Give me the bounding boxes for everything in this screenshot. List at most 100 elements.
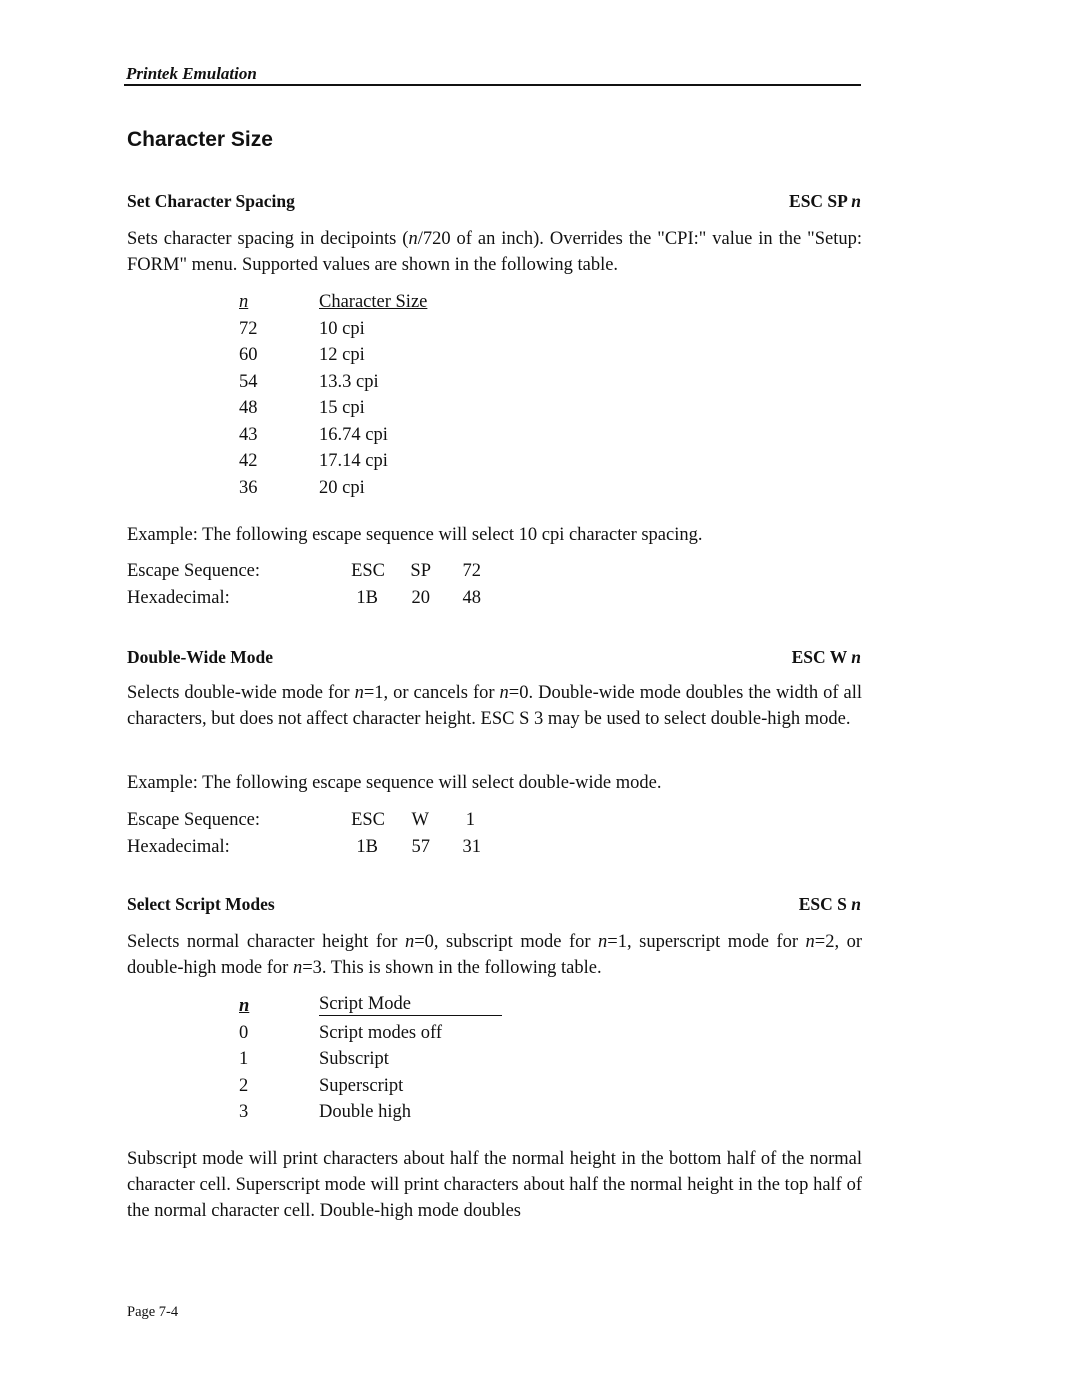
hex-value: 1B [356,836,378,857]
cell-value: 17.14 cpi [319,451,388,471]
table-body: 0 Script modes off 1 Subscript 2 Superscript 3… [237,1020,537,1126]
table-row: 2 Superscript [237,1073,537,1100]
column-header-n: n [239,993,269,1020]
command-code: ESC S n [799,894,861,915]
table-row: 1 Subscript [237,1046,537,1073]
table-script-mode: n Script Mode 0 Script modes off 1 Subscrip… [237,993,537,1126]
command-name: Double-Wide Mode [127,647,273,667]
cell-value: Script modes off [319,1022,442,1043]
escape-value: W [411,810,429,830]
italic-variable: n [404,932,415,952]
hex-value: 1B [356,587,378,608]
text-run: Selects double-wide mode for [127,683,355,703]
description-double-wide-mode: Selects double-wide mode for n=1, or can… [127,680,862,732]
description-select-script-modes: Selects normal character height for n=0,… [127,929,862,981]
italic-variable: n [499,683,509,703]
text-run: =3. This is shown in the following table… [302,958,602,978]
description-set-character-spacing: Sets character spacing in decipoints (n/… [127,226,862,278]
table-row: 36 20 cpi [237,475,537,502]
cell-n: 43 [239,424,258,445]
example-double-wide-mode: Example: The following escape sequence w… [127,773,662,793]
closing-paragraph-script-modes: Subscript mode will print characters abo… [127,1149,862,1221]
escape-sequence-block-2: Escape Sequence: ESC W 1 Hexadecimal: 1B… [127,807,527,860]
hexadecimal-row: Hexadecimal: 1B 57 31 [127,834,527,861]
table-row: 0 Script modes off [237,1020,537,1047]
command-name: Select Script Modes [127,894,275,914]
cell-value: Superscript [319,1075,404,1096]
cell-value: 13.3 cpi [319,371,379,392]
text-run: =1, superscript mode for [607,932,806,952]
table-row: 54 13.3 cpi [237,369,537,396]
command-code-param: n [851,894,861,914]
cell-n: 3 [239,1102,249,1122]
hex-value: 20 [411,587,431,608]
cell-value: 16.74 cpi [319,424,388,445]
cell-value: 12 cpi [319,345,365,365]
text-run: Sets character spacing in decipoints ( [127,229,409,249]
cell-n: 72 [239,318,258,339]
section-title: Character Size [127,128,273,151]
command-code-param: n [851,191,861,211]
table-row: 3 Double high [237,1099,537,1126]
cell-n: 2 [239,1075,249,1096]
cell-n: 48 [239,398,258,418]
escape-sequence-label: Escape Sequence: [127,810,261,830]
cell-n: 1 [239,1049,249,1069]
text-run: =1, or cancels for [363,683,500,703]
cell-n: 60 [239,345,258,365]
command-heading-set-character-spacing: Set Character Spacing ESC SP n [127,191,861,212]
cell-n: 42 [239,451,258,471]
cell-n: 0 [239,1022,249,1043]
cell-value: Subscript [319,1049,389,1069]
text-run: =0, subscript mode for [414,932,599,952]
command-heading-select-script-modes: Select Script Modes ESC S n [127,894,861,915]
header-n-text: n [239,996,250,1016]
table-character-size: n Character Size 72 10 cpi 60 12 cpi 54 13.3 … [237,289,537,501]
running-header: Printek Emulation [126,64,257,83]
escape-value: ESC [351,810,385,830]
italic-variable: n [408,229,418,249]
escape-value: ESC [351,561,385,581]
escape-value: 1 [465,810,475,830]
table-row: 43 16.74 cpi [237,422,537,449]
hexadecimal-label: Hexadecimal: [127,836,230,857]
escape-value: 72 [462,561,482,581]
table-row: 48 15 cpi [237,395,537,422]
escape-sequence-row: Escape Sequence: ESC SP 72 [127,558,527,585]
cell-value: 15 cpi [319,398,365,418]
italic-variable: n [292,958,303,978]
command-code-prefix: ESC SP [789,191,852,211]
italic-variable: n [354,683,364,703]
italic-variable: n [598,932,608,952]
text-run: Selects normal character height for [127,932,405,952]
escape-sequence-label: Escape Sequence: [127,561,261,581]
table-row: 72 10 cpi [237,316,537,343]
page-number: Page 7-4 [127,1304,179,1320]
escape-sequence-row: Escape Sequence: ESC W 1 [127,807,527,834]
table-body: 72 10 cpi 60 12 cpi 54 13.3 cpi 48 15 cpi 43 16.7… [237,316,537,502]
hex-value: 57 [411,836,431,857]
cell-value: 20 cpi [319,477,365,498]
table-row: 42 17.14 cpi [237,448,537,475]
header-rule [124,84,861,86]
column-header-character-size: Character Size [319,292,428,312]
hex-value: 48 [462,587,482,608]
table-row: 60 12 cpi [237,342,537,369]
italic-variable: n [805,932,815,952]
hexadecimal-row: Hexadecimal: 1B 20 48 [127,585,527,612]
cell-value: 10 cpi [319,318,365,339]
command-code-prefix: ESC S [798,894,852,914]
command-code: ESC SP n [789,191,861,212]
command-code: ESC W n [792,647,861,668]
hexadecimal-label: Hexadecimal: [127,587,230,608]
column-header-n: n [239,289,269,316]
table-header-row: n Character Size [237,289,537,316]
command-name: Set Character Spacing [127,191,295,211]
escape-sequence-block-1: Escape Sequence: ESC SP 72 Hexadecimal: … [127,558,527,611]
escape-value: SP [410,561,431,581]
column-header-script-mode: Script Mode [319,993,502,1016]
command-code-prefix: ESC W [791,647,852,667]
cell-value: Double high [319,1102,411,1122]
command-code-param: n [851,647,861,667]
example-set-character-spacing: Example: The following escape sequence w… [127,525,703,545]
